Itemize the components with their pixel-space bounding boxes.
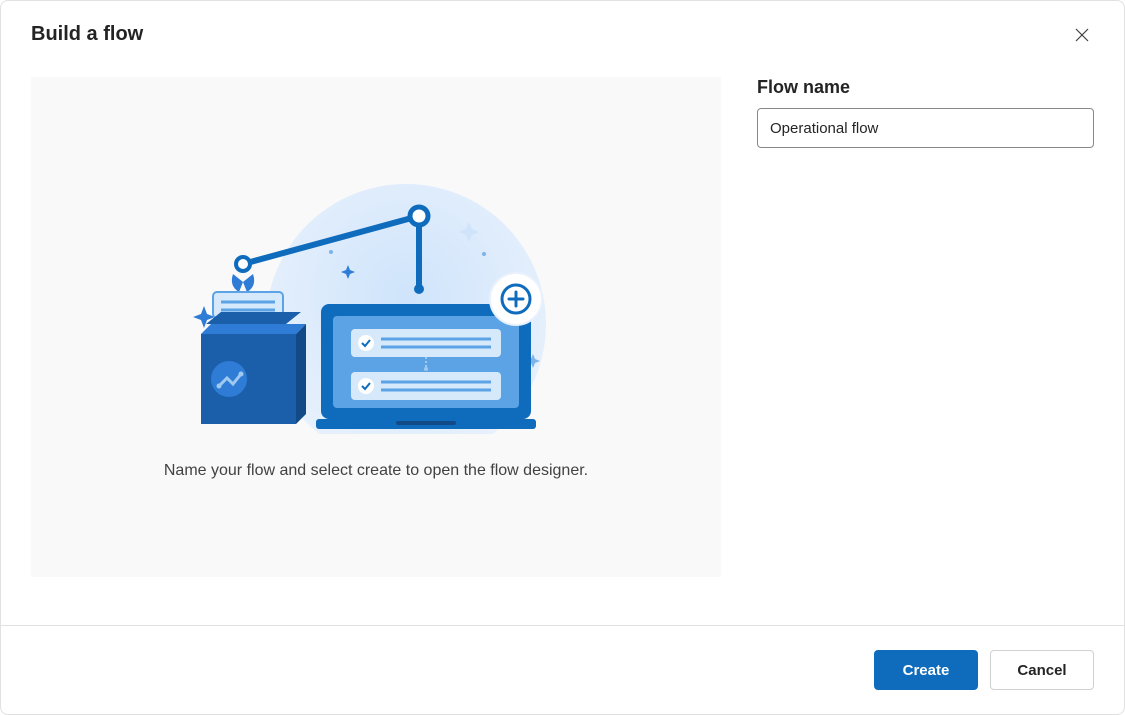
form-pane: Flow name bbox=[757, 77, 1094, 625]
close-button[interactable] bbox=[1070, 23, 1094, 47]
dialog-header: Build a flow bbox=[1, 1, 1124, 47]
build-flow-dialog: Build a flow bbox=[0, 0, 1125, 715]
create-button[interactable]: Create bbox=[874, 650, 978, 690]
illustration-caption: Name your flow and select create to open… bbox=[164, 462, 588, 480]
dialog-title: Build a flow bbox=[31, 23, 143, 46]
dialog-body: Name your flow and select create to open… bbox=[1, 47, 1124, 625]
illustration-pane: Name your flow and select create to open… bbox=[31, 77, 721, 577]
flow-name-input[interactable] bbox=[757, 108, 1094, 148]
cancel-button[interactable]: Cancel bbox=[990, 650, 1094, 690]
dialog-footer: Create Cancel bbox=[1, 625, 1124, 714]
close-icon bbox=[1074, 27, 1090, 43]
flow-name-label: Flow name bbox=[757, 77, 1094, 98]
flow-illustration bbox=[161, 174, 591, 434]
